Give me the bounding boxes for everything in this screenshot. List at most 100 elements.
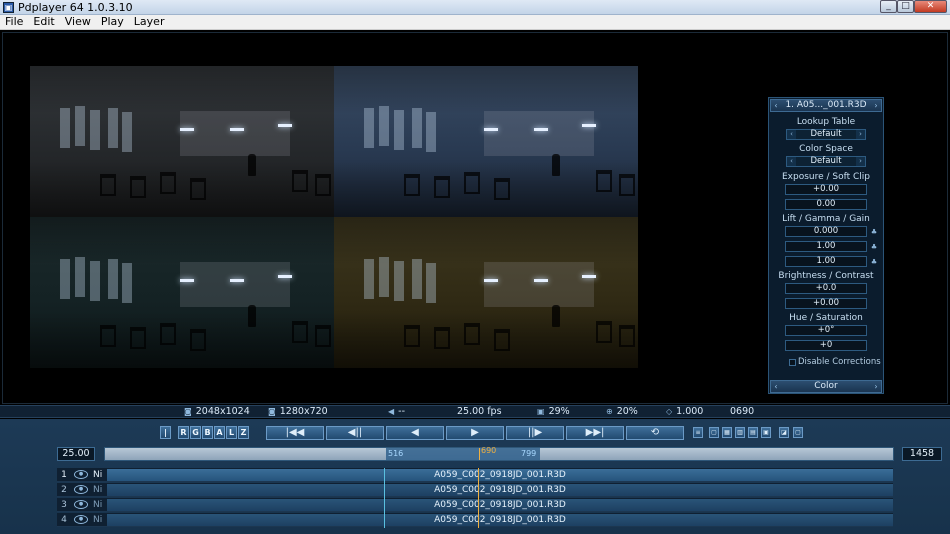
soft-clip-field[interactable]: 0.00 (785, 199, 867, 210)
lookup-table-select[interactable]: ‹ Default › (786, 129, 866, 140)
timeline-play-range[interactable] (386, 448, 540, 460)
go-to-start-button[interactable]: |◀◀ (266, 426, 324, 440)
eye-icon[interactable]: ● (74, 485, 88, 494)
chevron-left-icon[interactable]: ‹ (787, 157, 796, 166)
eye-icon[interactable]: ● (74, 515, 88, 524)
step-forward-button[interactable]: ||▶ (506, 426, 564, 440)
channel-b-button[interactable]: B (202, 426, 213, 439)
timeline-scrubber[interactable]: 516 799 690 (104, 446, 894, 461)
layer-clip[interactable]: A059_C002_0918JD_001.R3D (107, 499, 893, 511)
menu-view[interactable]: View (60, 15, 96, 29)
color-space-select[interactable]: ‹ Default › (786, 156, 866, 167)
in-point-marker (384, 468, 385, 528)
layer-row[interactable]: 4 ● Ni A059_C002_0918JD_001.R3D (57, 513, 893, 527)
saturation-field[interactable]: +0 (785, 340, 867, 351)
scene-screen (484, 262, 594, 307)
compare-view-icon[interactable]: ▣ (761, 427, 771, 438)
split-view-icon[interactable]: ▥ (735, 427, 745, 438)
eye-icon[interactable]: ● (74, 500, 88, 509)
menu-layer[interactable]: Layer (129, 15, 170, 29)
menu-file[interactable]: File (0, 15, 28, 29)
list-view-icon[interactable]: ≡ (693, 427, 703, 438)
title-bar: ▣ Pdplayer 64 1.0.3.10 _ □ ✕ (0, 0, 950, 15)
channel-g-button[interactable]: G (190, 426, 201, 439)
channel-r-button[interactable]: R (178, 426, 189, 439)
close-button[interactable]: ✕ (914, 0, 947, 13)
single-view-icon[interactable]: ▢ (709, 427, 719, 438)
panel-next-layer-button[interactable]: › (871, 100, 881, 111)
go-to-end-button[interactable]: ▶▶| (566, 426, 624, 440)
channel-a-button[interactable]: A (214, 426, 225, 439)
gain-field[interactable]: 1.00 (785, 256, 867, 267)
color-space-value: Default (810, 156, 842, 166)
scene-chair (292, 321, 308, 343)
scene-chair (404, 325, 420, 347)
chevron-right-icon[interactable]: › (856, 130, 865, 139)
eye-icon[interactable]: ● (74, 470, 88, 479)
menu-edit[interactable]: Edit (28, 15, 59, 29)
scene-chair (464, 172, 480, 194)
exposure-label: Exposure / Soft Clip (781, 172, 871, 182)
layer-clip[interactable]: A059_C002_0918JD_001.R3D (107, 484, 893, 496)
panel-prev-layer-button[interactable]: ‹ (771, 100, 781, 111)
minimize-button[interactable]: _ (880, 0, 897, 13)
channel-z-button[interactable]: Z (238, 426, 249, 439)
end-frame-input[interactable]: 1458 (902, 447, 942, 461)
contrast-field[interactable]: +0.00 (785, 298, 867, 309)
layer-row[interactable]: 3 ● Ni A059_C002_0918JD_001.R3D (57, 498, 893, 512)
channel-l-button[interactable]: L (226, 426, 237, 439)
fps-input[interactable]: 25.00 (57, 447, 95, 461)
disable-corrections-checkbox[interactable] (789, 359, 796, 366)
grid-view-icon[interactable]: ▦ (722, 427, 732, 438)
overlay-view-icon[interactable]: ▤ (748, 427, 758, 438)
audio-status: ◀ -- (388, 406, 405, 418)
step-back-button[interactable]: ◀|| (326, 426, 384, 440)
hue-saturation-label: Hue / Saturation (789, 313, 863, 323)
rgb-split-icon[interactable]: ♣ (870, 258, 878, 266)
gamma-field[interactable]: 1.00 (785, 241, 867, 252)
hue-field[interactable]: +0° (785, 325, 867, 336)
play-backward-button[interactable]: ◀ (386, 426, 444, 440)
scene-window (75, 106, 85, 146)
rgb-split-icon[interactable]: ♣ (870, 243, 878, 251)
maximize-button[interactable]: □ (897, 0, 914, 13)
playhead[interactable] (479, 448, 480, 460)
color-panel: ‹ 1. A05..._001.R3D › Lookup Table ‹ Def… (768, 97, 884, 394)
chevron-left-icon[interactable]: ‹ (787, 130, 796, 139)
panel-next-page-button[interactable]: › (871, 381, 881, 392)
rgb-split-icon[interactable]: ♣ (870, 228, 878, 236)
exposure-field[interactable]: +0.00 (785, 184, 867, 195)
brightness-field[interactable]: +0.0 (785, 283, 867, 294)
scene-chair (130, 176, 146, 198)
scene-chair (596, 321, 612, 343)
layer-row[interactable]: 2 ● Ni A059_C002_0918JD_001.R3D (57, 483, 893, 497)
viewer[interactable]: ‹ 1. A05..._001.R3D › Lookup Table ‹ Def… (2, 32, 948, 404)
viewer-image-top-right (334, 66, 638, 217)
out-point-label: 799 (521, 449, 537, 458)
play-button[interactable]: ▶ (446, 426, 504, 440)
control-area: | R G B A L Z |◀◀ ◀|| ◀ ▶ ||▶ ▶▶| ⟲ ≡ ▢ … (0, 419, 950, 534)
scene-light (230, 128, 244, 131)
scene-window (364, 108, 374, 148)
scene-chair (494, 329, 510, 351)
scene-light (180, 279, 194, 282)
scene-figure (248, 305, 256, 327)
layer-clip[interactable]: A059_C002_0918JD_001.R3D (107, 514, 893, 526)
layer-row[interactable]: 1 ● Ni A059_C002_0918JD_001.R3D (57, 468, 893, 482)
scene-chair (619, 174, 635, 196)
channels-toggle-button[interactable]: | (160, 426, 171, 439)
layer-clip[interactable]: A059_C002_0918JD_001.R3D (107, 469, 893, 481)
menu-play[interactable]: Play (96, 15, 129, 29)
scene-light (534, 128, 548, 131)
scene-chair (464, 323, 480, 345)
disable-corrections-label: Disable Corrections (798, 357, 881, 367)
fullscreen-view-icon[interactable]: ▢ (793, 427, 803, 438)
scene-figure (552, 305, 560, 327)
chevron-right-icon[interactable]: › (856, 157, 865, 166)
layout-view-icon[interactable]: ◪ (779, 427, 789, 438)
lookup-table-label: Lookup Table (796, 117, 856, 127)
loop-button[interactable]: ⟲ (626, 426, 684, 440)
lift-field[interactable]: 0.000 (785, 226, 867, 237)
panel-prev-page-button[interactable]: ‹ (771, 381, 781, 392)
lift-gamma-gain-label: Lift / Gamma / Gain (782, 214, 870, 224)
